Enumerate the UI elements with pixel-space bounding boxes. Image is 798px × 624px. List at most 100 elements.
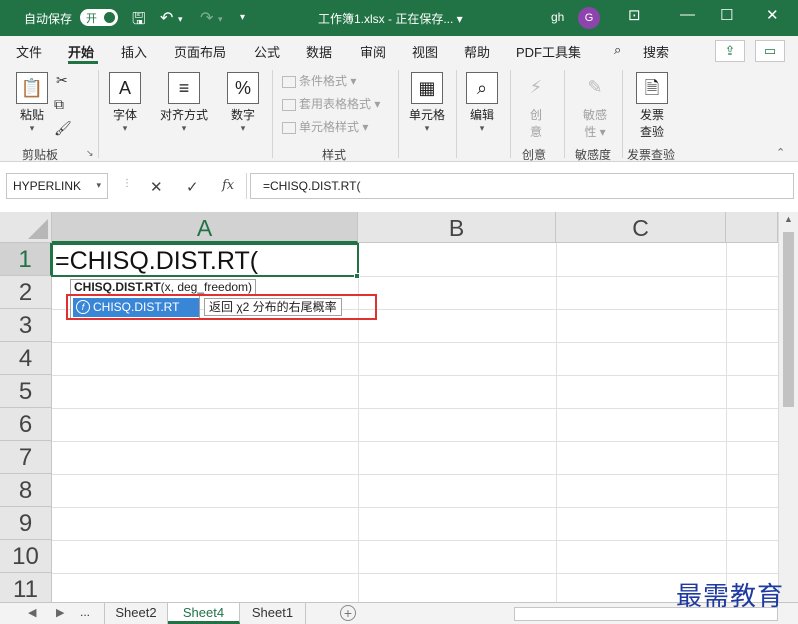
customize-icon[interactable]: ▾	[240, 12, 245, 23]
row-header-10[interactable]: 10	[0, 540, 52, 573]
copy-icon[interactable]: ⧉	[54, 96, 64, 113]
sheet-tab-sheet4[interactable]: Sheet4	[168, 603, 240, 624]
gridline	[52, 540, 778, 541]
redo-icon[interactable]: ↷	[200, 8, 213, 28]
title-bar: 自动保存 开 🖫 ↶ ▾ ↷ ▾ ▾ 工作簿1.xlsx - 正在保存... ▾…	[0, 0, 798, 36]
column-header-b[interactable]: B	[358, 212, 556, 243]
active-cell-a1[interactable]: =CHISQ.DIST.RT(	[51, 243, 359, 277]
more-sheets-button[interactable]: ...	[80, 605, 90, 619]
row-header-9[interactable]: 9	[0, 507, 52, 540]
tab-file[interactable]: 文件	[16, 42, 42, 61]
undo-dropdown-icon[interactable]: ▾	[178, 14, 183, 25]
dialog-launcher-icon[interactable]: ↘	[86, 148, 94, 159]
previous-sheet-icon[interactable]: ◀	[28, 606, 36, 619]
invoice-group-label: 发票查验	[627, 148, 676, 162]
cut-icon[interactable]: ✂	[56, 72, 68, 89]
sensitivity-button[interactable]: ✎ 敏感 性 ▾	[572, 72, 618, 140]
chevron-down-icon: ▾	[479, 123, 485, 133]
tab-pdf-tools[interactable]: PDF工具集	[516, 42, 581, 61]
font-button[interactable]: A 字体 ▾	[104, 72, 146, 134]
table-icon	[282, 98, 296, 111]
row-header-5[interactable]: 5	[0, 375, 52, 408]
tab-help[interactable]: 帮助	[464, 42, 490, 61]
tab-page-layout[interactable]: 页面布局	[174, 42, 226, 61]
close-icon[interactable]: ✕	[766, 6, 779, 24]
editing-button[interactable]: ⌕ 编辑 ▾	[462, 72, 502, 134]
row-header-2[interactable]: 2	[0, 276, 52, 309]
ribbon-separator	[510, 70, 511, 158]
tab-insert[interactable]: 插入	[121, 42, 147, 61]
save-icon[interactable]: 🖫	[132, 8, 146, 35]
cell-styles-icon	[282, 121, 296, 134]
row-header-7[interactable]: 7	[0, 441, 52, 474]
row-header-11[interactable]: 11	[0, 573, 52, 602]
autosave-toggle[interactable]: 开	[80, 9, 118, 26]
redo-dropdown-icon[interactable]: ▾	[218, 14, 223, 25]
comment-button[interactable]: ▭	[755, 40, 785, 62]
tab-data[interactable]: 数据	[306, 42, 332, 61]
creative-label-line1: 创	[529, 108, 542, 122]
scrollbar-thumb[interactable]	[783, 232, 794, 407]
select-all-button[interactable]	[0, 212, 52, 243]
scroll-up-icon[interactable]: ▲	[784, 214, 793, 224]
row-header-3[interactable]: 3	[0, 309, 52, 342]
sheet-tab-sheet1[interactable]: Sheet1	[240, 603, 306, 624]
invoice-check-button[interactable]: 🗎 发票 查验	[630, 72, 674, 140]
format-as-table-button[interactable]: 套用表格格式 ▾	[282, 95, 380, 112]
row-header-1[interactable]: 1	[0, 243, 52, 276]
insert-function-icon[interactable]: fx	[222, 178, 234, 193]
font-label: 字体	[112, 108, 137, 122]
conditional-format-icon	[282, 75, 296, 88]
name-box[interactable]: HYPERLINK ▾	[6, 173, 108, 199]
undo-icon[interactable]: ↶	[160, 8, 173, 28]
avatar[interactable]: G	[578, 7, 600, 29]
number-button[interactable]: % 数字 ▾	[222, 72, 264, 134]
chevron-down-icon: ▾	[240, 123, 246, 133]
alignment-button[interactable]: ≡ 对齐方式 ▾	[156, 72, 212, 134]
column-header-a[interactable]: A	[52, 212, 358, 243]
ribbon: 📋 粘贴 ▾ ✂ ⧉ 🖌 剪贴板 ↘ A 字体 ▾ ≡ 对齐方式 ▾ % 数字 …	[0, 66, 798, 162]
number-label: 数字	[230, 108, 255, 122]
conditional-format-button[interactable]: 条件格式 ▾	[282, 72, 356, 89]
ribbon-separator	[622, 70, 623, 158]
column-header-d[interactable]	[726, 212, 778, 243]
enter-icon[interactable]: ✓	[186, 178, 199, 196]
creative-label-line2: 意	[529, 125, 542, 139]
collapse-ribbon-icon[interactable]: ⌃	[776, 146, 785, 159]
tab-formulas[interactable]: 公式	[254, 42, 280, 61]
tab-search[interactable]: 搜索	[643, 42, 669, 61]
chevron-down-icon: ▾	[29, 123, 35, 133]
ribbon-display-icon[interactable]: ⊡	[628, 6, 641, 24]
menu-tabs: 文件 开始 插入 页面布局 公式 数据 审阅 视图 帮助 PDF工具集 ⌕ 搜索…	[0, 36, 798, 66]
fill-handle[interactable]	[354, 273, 360, 279]
alignment-label: 对齐方式	[159, 108, 208, 122]
share-button[interactable]: ⇪	[715, 40, 745, 62]
search-icon[interactable]: ⌕	[614, 42, 621, 58]
formula-bar-separator	[246, 173, 247, 199]
cells-button[interactable]: ▦ 单元格 ▾	[404, 72, 450, 134]
column-header-c[interactable]: C	[556, 212, 726, 243]
maximize-icon[interactable]: ☐	[720, 6, 733, 24]
tab-review[interactable]: 审阅	[360, 42, 386, 61]
paste-button[interactable]: 📋 粘贴 ▾	[12, 72, 52, 134]
tooltip-function-name[interactable]: CHISQ.DIST.RT	[74, 280, 161, 294]
row-header-8[interactable]: 8	[0, 474, 52, 507]
add-sheet-button[interactable]: +	[340, 605, 356, 621]
next-sheet-icon[interactable]: ▶	[56, 606, 64, 619]
sheet-tab-sheet2[interactable]: Sheet2	[104, 603, 168, 624]
drag-handle-icon[interactable]: ⋮	[122, 178, 132, 189]
format-painter-icon[interactable]: 🖌	[54, 120, 72, 137]
gridline	[52, 507, 778, 508]
chevron-down-icon: ▾	[424, 123, 430, 133]
tab-home[interactable]: 开始	[68, 42, 94, 61]
cancel-icon[interactable]: ✕	[150, 178, 163, 196]
tab-view[interactable]: 视图	[412, 42, 438, 61]
formula-input[interactable]: =CHISQ.DIST.RT(	[250, 173, 794, 199]
cell-styles-button[interactable]: 单元格样式 ▾	[282, 118, 368, 135]
vertical-scrollbar[interactable]: ▲	[778, 212, 798, 602]
invoice-icon: 🗎	[636, 72, 668, 104]
minimize-icon[interactable]: —	[680, 6, 695, 23]
row-header-4[interactable]: 4	[0, 342, 52, 375]
row-header-6[interactable]: 6	[0, 408, 52, 441]
creative-button[interactable]: ⚡ 创 意	[516, 72, 556, 140]
